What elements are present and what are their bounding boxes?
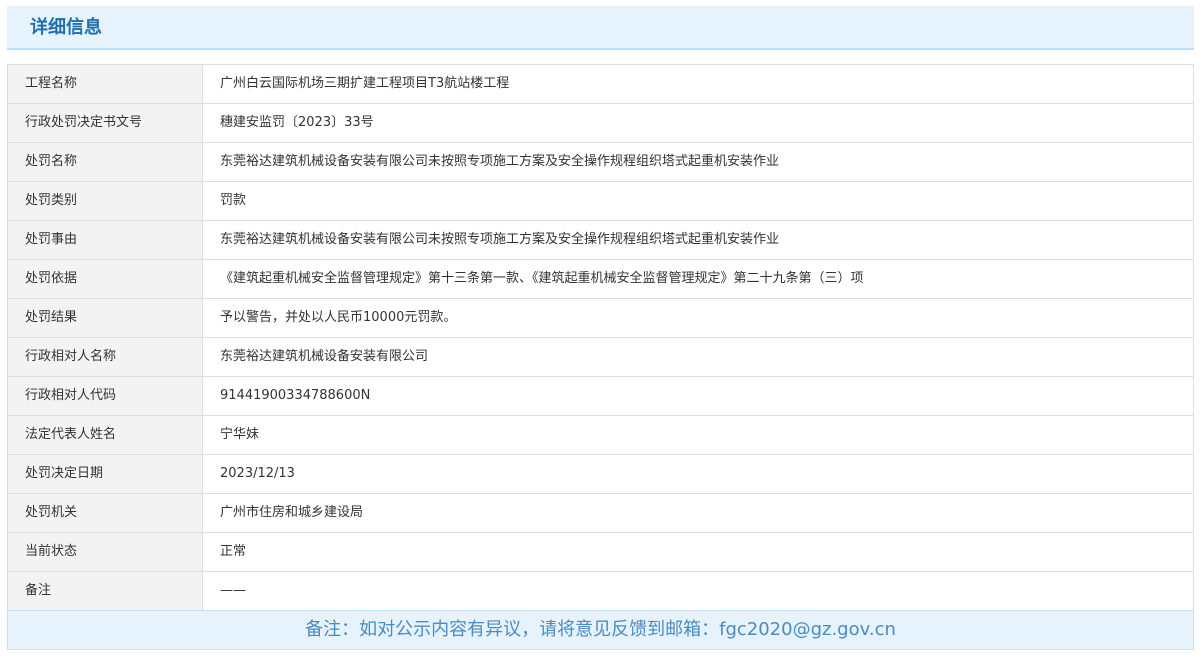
row-value-party-name: 东莞裕达建筑机械设备安装有限公司 [202,337,1194,377]
row-value-decision-number: 穗建安监罚〔2023〕33号 [202,103,1194,143]
row-label-decision-date: 处罚决定日期 [7,454,203,494]
row-value-penalty-reason: 东莞裕达建筑机械设备安装有限公司未按照专项施工方案及安全操作规程组织塔式起重机安… [202,220,1194,260]
row-value-penalty-name: 东莞裕达建筑机械设备安装有限公司未按照专项施工方案及安全操作规程组织塔式起重机安… [202,142,1194,182]
row-value-penalty-category: 罚款 [202,181,1194,221]
table-row: 处罚名称 东莞裕达建筑机械设备安装有限公司未按照专项施工方案及安全操作规程组织塔… [7,142,1194,182]
row-label-penalty-authority: 处罚机关 [7,493,203,533]
table-row: 行政处罚决定书文号 穗建安监罚〔2023〕33号 [7,103,1194,143]
row-label-decision-number: 行政处罚决定书文号 [7,103,203,143]
row-label-penalty-name: 处罚名称 [7,142,203,182]
detail-table: 工程名称 广州白云国际机场三期扩建工程项目T3航站楼工程 行政处罚决定书文号 穗… [7,64,1194,611]
row-label-legal-representative: 法定代表人姓名 [7,415,203,455]
table-row: 处罚类别 罚款 [7,181,1194,221]
page-title: 详细信息 [30,17,102,38]
table-row: 行政相对人代码 91441900334788600N [7,376,1194,416]
table-row: 工程名称 广州白云国际机场三期扩建工程项目T3航站楼工程 [7,64,1194,104]
row-label-party-name: 行政相对人名称 [7,337,203,377]
row-value-penalty-authority: 广州市住房和城乡建设局 [202,493,1194,533]
table-row: 处罚机关 广州市住房和城乡建设局 [7,493,1194,533]
table-row: 当前状态 正常 [7,532,1194,572]
row-value-decision-date: 2023/12/13 [202,454,1194,494]
row-label-penalty-result: 处罚结果 [7,298,203,338]
row-value-current-status: 正常 [202,532,1194,572]
table-row: 处罚结果 予以警告，并处以人民币10000元罚款。 [7,298,1194,338]
table-row: 处罚决定日期 2023/12/13 [7,454,1194,494]
row-value-party-code: 91441900334788600N [202,376,1194,416]
row-value-remarks: —— [202,571,1194,611]
row-value-penalty-basis: 《建筑起重机械安全监督管理规定》第十三条第一款、《建筑起重机械安全监督管理规定》… [202,259,1194,299]
table-row: 法定代表人姓名 宁华妹 [7,415,1194,455]
row-value-penalty-result: 予以警告，并处以人民币10000元罚款。 [202,298,1194,338]
row-label-penalty-reason: 处罚事由 [7,220,203,260]
row-label-penalty-category: 处罚类别 [7,181,203,221]
table-row: 备注 —— [7,571,1194,611]
table-row: 处罚事由 东莞裕达建筑机械设备安装有限公司未按照专项施工方案及安全操作规程组织塔… [7,220,1194,260]
row-label-remarks: 备注 [7,571,203,611]
detail-header: 详细信息 [7,6,1194,50]
table-row: 处罚依据 《建筑起重机械安全监督管理规定》第十三条第一款、《建筑起重机械安全监督… [7,259,1194,299]
row-label-penalty-basis: 处罚依据 [7,259,203,299]
row-label-current-status: 当前状态 [7,532,203,572]
row-value-legal-representative: 宁华妹 [202,415,1194,455]
row-value-project-name: 广州白云国际机场三期扩建工程项目T3航站楼工程 [202,64,1194,104]
row-label-project-name: 工程名称 [7,64,203,104]
feedback-note: 备注：如对公示内容有异议，请将意见反馈到邮箱：fgc2020@gz.gov.cn [7,610,1194,650]
table-row: 行政相对人名称 东莞裕达建筑机械设备安装有限公司 [7,337,1194,377]
row-label-party-code: 行政相对人代码 [7,376,203,416]
